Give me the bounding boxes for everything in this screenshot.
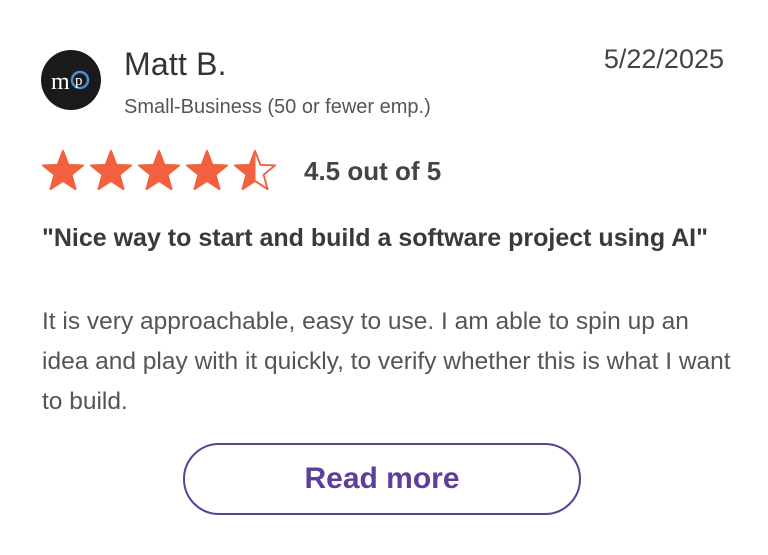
star-full-icon xyxy=(185,149,229,191)
star-half-icon xyxy=(233,149,277,191)
star-rating xyxy=(40,147,278,193)
reviewer-avatar: m p xyxy=(41,50,101,110)
star-full-icon xyxy=(137,149,181,191)
reviewer-segment: Small-Business (50 or fewer emp.) xyxy=(124,96,431,118)
review-title: "Nice way to start and build a software … xyxy=(42,224,708,252)
read-more-button[interactable]: Read more xyxy=(183,443,581,515)
svg-text:p: p xyxy=(75,73,83,89)
rating-text: 4.5 out of 5 xyxy=(304,156,442,186)
review-body: It is very approachable, easy to use. I … xyxy=(42,308,731,415)
review-date: 5/22/2025 xyxy=(603,44,724,74)
mp-logo-icon: m p xyxy=(51,69,90,95)
star-full-icon xyxy=(89,149,133,191)
review-card: m p Matt B. Small-Business (50 or fewer … xyxy=(0,0,768,555)
svg-text:m: m xyxy=(51,69,70,95)
reviewer-name: Matt B. xyxy=(124,46,227,82)
star-full-icon xyxy=(41,149,85,191)
